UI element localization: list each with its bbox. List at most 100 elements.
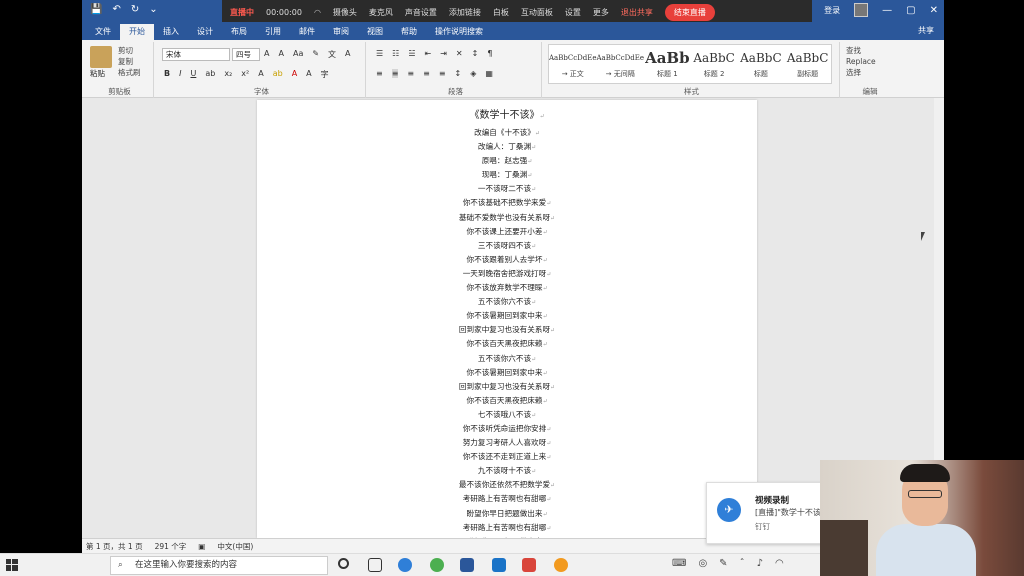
paste-button[interactable]: 粘贴 (90, 68, 105, 79)
recorder-icon[interactable] (522, 558, 536, 572)
lyric-text: 九不该呀十不该 (477, 466, 532, 476)
whiteboard-button[interactable]: 白板 (493, 7, 509, 18)
customize-qat-icon[interactable]: ⌄ (149, 4, 157, 15)
char-border-icon[interactable]: A (345, 49, 350, 60)
tab-10[interactable]: 操作说明搜索 (426, 24, 492, 40)
proofing-icon[interactable]: ▣ (198, 542, 205, 551)
windows-start-icon[interactable] (6, 559, 18, 571)
increase-indent-icon[interactable]: ⇥ (440, 49, 447, 58)
underline-icon[interactable]: U (190, 69, 196, 80)
keyboard-icon[interactable]: ⌨ (672, 558, 686, 569)
chinese-layout-icon[interactable]: ✕ (456, 49, 463, 58)
format-painter-button[interactable]: 格式刷 (118, 67, 141, 78)
network-tray-icon[interactable]: ◎ (698, 558, 707, 569)
replace-button[interactable]: Replace (846, 56, 876, 67)
subscript-icon[interactable]: x₂ (224, 69, 232, 80)
task-view-icon[interactable] (368, 558, 382, 572)
bullets-icon[interactable]: ☰ (376, 49, 383, 58)
pen-icon[interactable]: ✎ (719, 558, 727, 569)
add-link-button[interactable]: 添加链接 (449, 7, 481, 18)
word-count[interactable]: 291 个字 (155, 541, 187, 552)
shrink-font-icon[interactable]: A (278, 49, 283, 60)
tab-8[interactable]: 视图 (358, 24, 392, 40)
language[interactable]: 中文(中国) (217, 541, 253, 552)
sort-icon[interactable]: ↕ (472, 49, 479, 58)
italic-icon[interactable]: I (179, 69, 181, 80)
show-marks-icon[interactable]: ¶ (487, 49, 492, 58)
undo-icon[interactable]: ↶ (112, 4, 120, 15)
line-spacing-icon[interactable]: ↕ (455, 69, 462, 78)
enclose-char-icon[interactable]: 字 (321, 69, 329, 80)
tab-9[interactable]: 帮助 (392, 24, 426, 40)
interactive-panel-button[interactable]: 互动面板 (521, 7, 553, 18)
save-icon[interactable]: 💾 (90, 4, 102, 15)
document-page[interactable]: 《数学十不该》↵ 改编自《十不该》↵ 改编人：丁桑渊↵ 原唱：赵志强↵ 现唱：丁桑渊↵… (257, 100, 757, 546)
paragraph-mark: ↵ (542, 256, 548, 264)
tab-7[interactable]: 审阅 (324, 24, 358, 40)
distributed-icon[interactable]: ≡ (439, 69, 446, 78)
notification-toast[interactable]: ✈ 视频录制 [直播]"数学十不该" 钉钉 (706, 482, 825, 544)
paragraph-mark: ↵ (542, 313, 548, 321)
clear-format-icon[interactable]: ✎ (312, 49, 319, 60)
change-case-icon[interactable]: Aa (293, 49, 303, 60)
multilevel-list-icon[interactable]: ☱ (408, 49, 415, 58)
superscript-icon[interactable]: x² (241, 69, 249, 80)
paste-icon[interactable] (90, 46, 112, 68)
copy-button[interactable]: 复制 (118, 56, 141, 67)
media-icon[interactable] (554, 558, 568, 572)
tab-2[interactable]: 插入 (154, 24, 188, 40)
tray-expand-icon[interactable]: ˆ (740, 558, 745, 569)
font-size-box[interactable]: 四号 (232, 48, 260, 61)
phonetic-guide-icon[interactable]: 文 (328, 49, 336, 60)
user-avatar[interactable] (854, 3, 869, 17)
sign-in-link[interactable]: 登录 (824, 5, 840, 16)
camera-button[interactable]: 摄像头 (333, 7, 357, 18)
tab-4[interactable]: 布局 (222, 24, 256, 40)
highlight-icon[interactable]: ab (273, 69, 283, 80)
exit-share-button[interactable]: 退出共享 (621, 7, 653, 18)
browser-icon[interactable] (430, 558, 444, 572)
end-stream-button[interactable]: 结束直播 (664, 3, 715, 21)
taskbar-search-input[interactable]: ⌕ 在这里输入你要搜索的内容 (110, 556, 328, 575)
decrease-indent-icon[interactable]: ⇤ (425, 49, 432, 58)
tab-5[interactable]: 引用 (256, 24, 290, 40)
grow-font-icon[interactable]: A (264, 49, 269, 60)
tab-6[interactable]: 邮件 (290, 24, 324, 40)
share-button[interactable]: 共享 (918, 25, 934, 36)
cortana-icon[interactable] (338, 558, 349, 569)
cut-button[interactable]: 剪切 (118, 45, 141, 56)
tab-3[interactable]: 设计 (188, 24, 222, 40)
dingtalk-icon[interactable] (398, 558, 412, 572)
wifi-icon[interactable]: ◠ (775, 558, 784, 569)
align-left-icon[interactable]: ≡ (376, 69, 383, 78)
word-icon[interactable] (460, 558, 474, 572)
borders-icon[interactable]: ▦ (485, 69, 493, 78)
tab-1[interactable]: 开始 (120, 24, 154, 40)
paragraph-mark: ↵ (542, 285, 548, 293)
audio-settings-button[interactable]: 声音设置 (405, 7, 437, 18)
more-button[interactable]: 更多 (593, 7, 609, 18)
minimize-button[interactable]: — (882, 5, 892, 16)
select-button[interactable]: 选择 (846, 67, 876, 78)
page-count[interactable]: 第 1 页，共 1 页 (86, 541, 143, 552)
volume-icon[interactable]: ♪ (757, 558, 763, 569)
close-button[interactable]: ✕ (930, 5, 938, 16)
app-icon[interactable] (492, 558, 506, 572)
settings-button[interactable]: 设置 (565, 7, 581, 18)
font-name-box[interactable]: 宋体 (162, 48, 230, 61)
tab-0[interactable]: 文件 (86, 24, 120, 40)
char-shading-icon[interactable]: A (306, 69, 311, 80)
microphone-button[interactable]: 麦克风 (369, 7, 393, 18)
align-center-icon[interactable]: ≡ (391, 69, 399, 78)
justify-icon[interactable]: ≡ (423, 69, 430, 78)
font-color-icon[interactable]: A (292, 69, 297, 80)
redo-icon[interactable]: ↻ (131, 4, 139, 15)
numbering-icon[interactable]: ☷ (392, 49, 399, 58)
shading-icon[interactable]: ◈ (470, 69, 476, 78)
text-effects-icon[interactable]: A (258, 69, 263, 80)
align-right-icon[interactable]: ≡ (407, 69, 414, 78)
maximize-button[interactable]: ▢ (906, 5, 915, 16)
bold-icon[interactable]: B (164, 69, 170, 80)
find-button[interactable]: 查找 (846, 45, 876, 56)
strikethrough-icon[interactable]: ab (205, 69, 215, 80)
